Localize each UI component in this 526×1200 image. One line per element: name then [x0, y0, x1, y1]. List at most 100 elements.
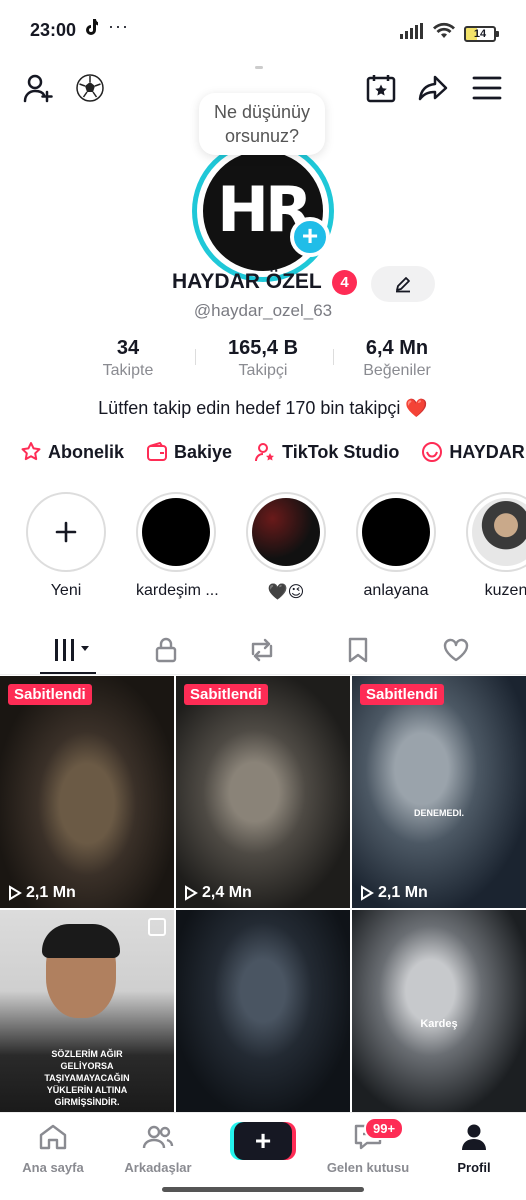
- highlight-label: 🖤😉: [267, 584, 305, 601]
- nav-home[interactable]: Ana sayfa: [3, 1123, 103, 1175]
- nav-friends[interactable]: Arkadaşlar: [108, 1123, 208, 1175]
- quick-link-tiktok-studio[interactable]: TikTok Studio: [254, 437, 399, 467]
- video-thumbnail[interactable]: [176, 910, 350, 1112]
- profile-name: HAYDAR ÖZEL: [172, 270, 322, 293]
- pinned-badge: Sabitlendi: [360, 684, 444, 705]
- view-count-value: 2,1 Mn: [26, 884, 76, 901]
- home-icon: [39, 1124, 67, 1150]
- calendar-star-icon[interactable]: [363, 70, 399, 106]
- video-thumbnail[interactable]: Kardeş: [352, 910, 526, 1112]
- stat-label: Takipçi: [238, 362, 288, 379]
- stat-following[interactable]: 34 Takipte: [78, 337, 178, 380]
- highlight-item[interactable]: 🖤😉: [246, 492, 326, 602]
- video-thumbnail[interactable]: SÖZLERİM AĞIR GELİYORSA TAŞIYAMAYACAĞIN …: [0, 910, 174, 1112]
- highlights-row: Yeni kardeşim ... 🖤😉 anlayana kuzen: [26, 492, 526, 604]
- video-thumbnail[interactable]: Sabitlendi DENEMEDI. 2,1 Mn: [352, 676, 526, 908]
- profile-stats: 34 Takipte 165,4 B Takipçi 6,4 Mn Beğeni…: [0, 337, 526, 387]
- active-tab-indicator: [40, 672, 96, 674]
- friends-icon: [142, 1125, 174, 1149]
- thought-bubble[interactable]: Ne düşünüy orsunuz?: [199, 93, 325, 155]
- tab-private[interactable]: [146, 633, 186, 667]
- stat-label: Beğeniler: [363, 362, 431, 379]
- highlight-thumbnail: [472, 498, 526, 566]
- view-count-value: 2,1 Mn: [378, 884, 428, 901]
- video-caption: Kardeş: [420, 1018, 458, 1030]
- inbox-unread-badge: 99+: [364, 1117, 405, 1140]
- menu-hamburger-icon[interactable]: [469, 70, 505, 106]
- highlight-new[interactable]: Yeni: [26, 492, 106, 600]
- quick-link-balance[interactable]: Bakiye: [146, 437, 232, 467]
- stat-value: 6,4 Mn: [365, 337, 429, 359]
- create-video-button[interactable]: +: [234, 1122, 292, 1160]
- video-caption: DENEMEDI.: [413, 808, 464, 818]
- profile-handle: @haydar_ozel_63: [193, 301, 333, 320]
- drag-handle: [255, 66, 263, 69]
- highlight-thumbnail: [142, 498, 210, 566]
- quick-link-haydar[interactable]: HAYDAR: [421, 437, 525, 467]
- highlight-item[interactable]: kardeşim ...: [136, 492, 219, 600]
- signal-icon: [400, 23, 424, 44]
- highlight-label: kuzen: [484, 582, 526, 599]
- quick-links-row: Abonelik Bakiye TikTok Studio HAYDAR: [20, 437, 526, 467]
- nav-profile[interactable]: Profil: [424, 1123, 524, 1175]
- status-bar: 23:00 ··· 14: [0, 0, 526, 60]
- stat-divider: [195, 349, 196, 365]
- highlight-thumbnail: [362, 498, 430, 566]
- highlight-label: kardeşim ...: [136, 582, 219, 599]
- highlight-circle[interactable]: [246, 492, 326, 572]
- quick-link-label: HAYDAR: [449, 441, 525, 462]
- add-friend-icon[interactable]: [20, 70, 56, 106]
- highlight-new-circle[interactable]: [26, 492, 106, 572]
- nav-label: Gelen kutusu: [326, 1160, 410, 1175]
- tab-reposts[interactable]: [242, 633, 282, 667]
- stat-value: 34: [116, 337, 140, 359]
- highlight-item[interactable]: kuzen: [466, 492, 526, 600]
- highlight-item[interactable]: anlayana: [356, 492, 436, 600]
- soccer-ball-icon[interactable]: [72, 70, 108, 106]
- play-icon: [9, 885, 22, 901]
- stat-followers[interactable]: 165,4 B Takipçi: [203, 337, 323, 380]
- stat-divider: [333, 349, 334, 365]
- wifi-icon: [432, 22, 456, 45]
- highlight-circle[interactable]: [466, 492, 526, 572]
- bookmark-icon: [348, 637, 368, 663]
- edit-profile-button[interactable]: [371, 266, 435, 302]
- plus-icon: [55, 521, 77, 543]
- person-star-icon: [255, 443, 275, 462]
- stat-label: Takipte: [102, 362, 154, 379]
- view-count-value: 2,4 Mn: [202, 884, 252, 901]
- home-indicator-bar[interactable]: [162, 1187, 364, 1192]
- tab-favorites[interactable]: [338, 633, 378, 667]
- heart-icon: [443, 638, 469, 662]
- profile-person-icon: [462, 1124, 486, 1150]
- profile-notification-badge: 4: [332, 270, 357, 295]
- view-count: 2,1 Mn: [8, 884, 76, 902]
- video-grid: Sabitlendi 2,1 Mn Sabitlendi 2,4 Mn Sabi…: [0, 676, 526, 1112]
- play-icon: [185, 885, 198, 901]
- repost-icon: [251, 638, 273, 662]
- profile-bio: Lütfen takip edin hedef 170 bin takipçi …: [98, 398, 428, 418]
- profile-avatar-container[interactable]: HR +: [187, 135, 339, 287]
- nav-label: Arkadaşlar: [124, 1160, 192, 1175]
- tiktok-notification-icon: [84, 19, 99, 40]
- add-story-plus-icon[interactable]: +: [290, 217, 330, 257]
- highlight-circle[interactable]: [136, 492, 216, 572]
- view-count: 2,4 Mn: [184, 884, 252, 902]
- video-thumbnail[interactable]: Sabitlendi 2,4 Mn: [176, 676, 350, 908]
- lock-icon: [155, 637, 177, 663]
- stat-likes[interactable]: 6,4 Mn Beğeniler: [347, 337, 447, 380]
- status-more-dots: ···: [108, 16, 129, 36]
- battery-icon: 14: [464, 25, 499, 42]
- quick-link-subscription[interactable]: Abonelik: [20, 437, 124, 467]
- pencil-icon: [396, 277, 410, 293]
- highlight-label: Yeni: [50, 582, 82, 599]
- highlight-label: anlayana: [363, 582, 429, 599]
- highlight-circle[interactable]: [356, 492, 436, 572]
- video-thumbnail[interactable]: Sabitlendi 2,1 Mn: [0, 676, 174, 908]
- tab-liked[interactable]: [436, 633, 476, 667]
- tab-videos[interactable]: [48, 633, 98, 667]
- share-icon[interactable]: [415, 70, 451, 106]
- thought-line-2: orsunuz?: [224, 126, 300, 146]
- nav-label: Ana sayfa: [22, 1160, 84, 1175]
- avatar[interactable]: HR: [197, 145, 329, 277]
